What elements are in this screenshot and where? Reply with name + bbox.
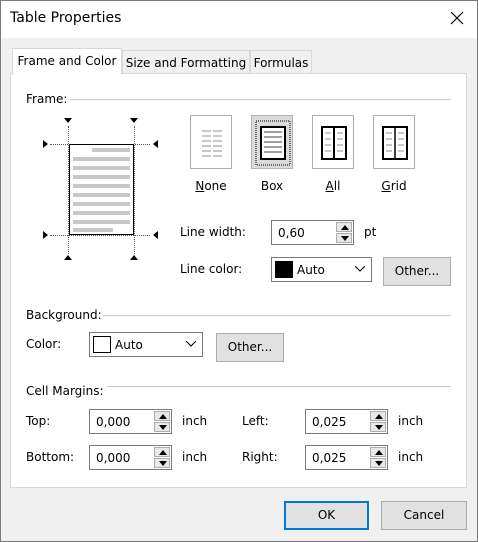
margin-bottom-value: 0,000: [96, 451, 131, 465]
margin-bottom-unit: inch: [182, 450, 208, 464]
margin-top-spinner[interactable]: 0,000: [89, 409, 172, 434]
line-color-label: Line color:: [180, 262, 243, 276]
arrow-up-icon: [64, 255, 72, 260]
margin-left-spinner[interactable]: 0,025: [305, 409, 388, 434]
margin-right-unit: inch: [398, 450, 424, 464]
arrow-right-icon: [43, 140, 48, 148]
arrow-up-icon: [130, 255, 138, 260]
line-color-swatch: [275, 261, 293, 278]
arrow-right-icon: [43, 231, 48, 239]
background-other-button[interactable]: Other...: [216, 333, 284, 362]
arrow-left-icon: [153, 231, 158, 239]
window-title: Table Properties: [10, 10, 122, 26]
frame-group-label: Frame:: [26, 92, 68, 106]
tab-frame-and-color[interactable]: Frame and Color: [12, 48, 122, 75]
cell-margins-group-label: Cell Margins:: [26, 384, 104, 398]
guide-line: [134, 126, 135, 254]
frame-style-grid-button[interactable]: [373, 115, 415, 169]
line-color-dropdown[interactable]: Auto: [271, 257, 372, 282]
line-width-spinner[interactable]: 0,60: [271, 220, 354, 245]
frame-style-grid-label: Grid: [381, 179, 407, 193]
margin-left-unit: inch: [398, 414, 424, 428]
margin-bottom-spinner[interactable]: 0,000: [89, 445, 172, 470]
spin-down-icon[interactable]: [370, 458, 386, 468]
arrow-left-icon: [153, 140, 158, 148]
frame-style-box-label: Box: [260, 179, 284, 193]
margin-top-unit: inch: [182, 414, 208, 428]
cell-margins-group-line: [107, 386, 451, 387]
spin-down-icon[interactable]: [370, 422, 386, 432]
spin-up-icon[interactable]: [370, 411, 386, 421]
background-color-label: Color:: [26, 337, 62, 351]
background-color-swatch: [93, 336, 111, 353]
margin-right-label: Right:: [242, 450, 278, 464]
margin-top-label: Top:: [26, 414, 51, 428]
cancel-button[interactable]: Cancel: [381, 501, 467, 530]
margin-left-label: Left:: [242, 414, 269, 428]
margin-right-spinner[interactable]: 0,025: [305, 445, 388, 470]
spin-down-icon[interactable]: [336, 233, 352, 243]
tab-formulas[interactable]: Formulas: [250, 50, 312, 74]
spin-up-icon[interactable]: [370, 447, 386, 457]
ok-button[interactable]: OK: [284, 501, 369, 530]
frame-style-all-button[interactable]: [312, 115, 354, 169]
guide-line: [50, 235, 150, 236]
margin-left-value: 0,025: [312, 415, 347, 429]
line-color-value: Auto: [297, 263, 325, 277]
frame-style-all-label: All: [325, 179, 341, 193]
preview-page: [69, 144, 134, 235]
frame-group-line: [70, 99, 451, 100]
margin-top-value: 0,000: [96, 415, 131, 429]
frame-style-none-label: None: [195, 179, 227, 193]
background-color-value: Auto: [115, 338, 143, 352]
frame-style-box-button[interactable]: [251, 115, 293, 169]
arrow-down-icon: [130, 118, 138, 123]
chevron-down-icon: [186, 341, 196, 347]
background-group-line: [103, 315, 451, 316]
line-width-value: 0,60: [278, 226, 305, 240]
margin-bottom-label: Bottom:: [26, 450, 75, 464]
close-icon[interactable]: [447, 8, 467, 28]
spin-up-icon[interactable]: [336, 222, 352, 232]
background-color-dropdown[interactable]: Auto: [89, 332, 203, 357]
spin-down-icon[interactable]: [154, 458, 170, 468]
line-width-label: Line width:: [180, 225, 246, 239]
tab-size-and-formatting[interactable]: Size and Formatting: [122, 50, 250, 74]
line-color-other-button[interactable]: Other...: [383, 257, 451, 286]
spin-up-icon[interactable]: [154, 447, 170, 457]
margin-right-value: 0,025: [312, 451, 347, 465]
spin-up-icon[interactable]: [154, 411, 170, 421]
background-group-label: Background:: [26, 308, 102, 322]
chevron-down-icon: [355, 266, 365, 272]
frame-style-none-button[interactable]: [190, 115, 232, 169]
spin-down-icon[interactable]: [154, 422, 170, 432]
arrow-down-icon: [64, 118, 72, 123]
line-width-unit: pt: [364, 225, 377, 239]
